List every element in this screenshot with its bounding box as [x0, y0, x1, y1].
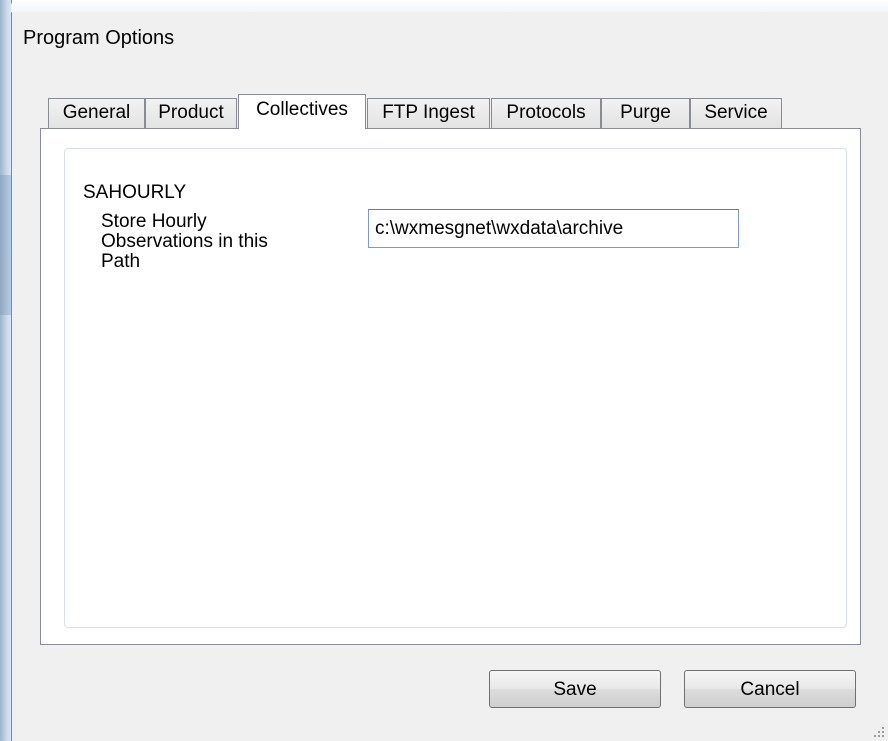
save-button[interactable]: Save: [489, 670, 661, 708]
window-frame-left: [0, 0, 12, 741]
tab-product[interactable]: Product: [145, 98, 237, 128]
tab-collectives[interactable]: Collectives: [238, 94, 366, 129]
tab-purge[interactable]: Purge: [601, 98, 690, 128]
hourly-path-input[interactable]: [368, 209, 739, 248]
tab-ftp-ingest[interactable]: FTP Ingest: [367, 98, 490, 128]
tab-service[interactable]: Service: [690, 98, 782, 128]
tab-general[interactable]: General: [48, 98, 145, 128]
resize-grip-icon[interactable]: [872, 725, 884, 737]
hourly-path-label: Store Hourly Observations in this Path: [101, 211, 268, 272]
dialog-title: Program Options: [23, 27, 175, 49]
section-label-sahourly: SAHOURLY: [83, 182, 187, 203]
cancel-button[interactable]: Cancel: [684, 670, 856, 708]
tab-protocols[interactable]: Protocols: [491, 98, 601, 128]
